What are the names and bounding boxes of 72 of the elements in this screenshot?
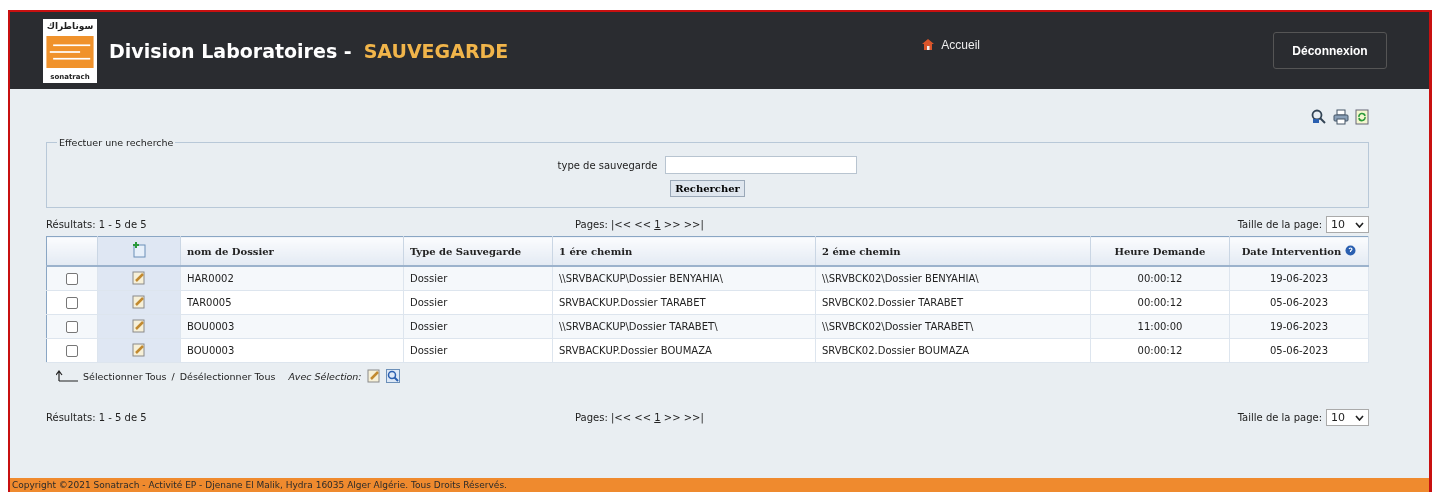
table-cell: 00:00:12 — [1090, 266, 1230, 291]
column-header[interactable]: Heure Demande — [1090, 236, 1230, 266]
caret-icon[interactable] — [1355, 221, 1364, 228]
home-icon[interactable] — [921, 38, 936, 51]
field-label: type de sauvegarde — [557, 159, 658, 171]
table-cell: SRVBACKUP.Dossier TARABET — [552, 290, 816, 315]
edit-icon[interactable] — [132, 294, 146, 309]
app-title: Division Laboratoires - — [109, 39, 352, 62]
table-cell: 05-06-2023 — [1229, 338, 1369, 363]
table-cell: SRVBCK02.Dossier TARABET — [815, 290, 1091, 315]
edit-icon[interactable] — [132, 270, 146, 285]
page-size-label: Taille de la page: — [1237, 219, 1322, 230]
search-button[interactable]: Rechercher — [670, 180, 745, 197]
table-cell: SRVBACKUP.Dossier BOUMAZA — [552, 338, 816, 363]
table-cell: Dossier — [403, 266, 553, 291]
search-field[interactable] — [665, 156, 858, 174]
deselect-all-link[interactable]: Désélectionner Tous — [179, 370, 276, 382]
table-cell: 11:00:00 — [1090, 314, 1230, 339]
table-cell: 00:00:12 — [1090, 338, 1230, 363]
logo-arabic-text: سوناطراك — [46, 20, 94, 31]
search-icon[interactable] — [1311, 109, 1327, 125]
page-size-select[interactable]: 10 — [1326, 216, 1369, 233]
separator-text: / — [171, 370, 175, 382]
results-count: Résultats: 1 - 5 de 5 — [46, 219, 147, 230]
table-cell: 19-06-2023 — [1229, 266, 1369, 291]
table-cell: SRVBCK02.Dossier BOUMAZA — [815, 338, 1091, 363]
logout-button[interactable]: Déconnexion — [1273, 32, 1387, 69]
edit-icon[interactable] — [132, 342, 146, 357]
table-cell: \\SRVBACKUP\Dossier BENYAHIA\ — [552, 266, 816, 291]
table-cell: Dossier — [403, 338, 553, 363]
search-legend: Effectuer une recherche — [57, 137, 176, 148]
page-size-select[interactable]: 10 — [1326, 409, 1369, 426]
results-count: Résultats: 1 - 5 de 5 — [46, 412, 147, 423]
column-header[interactable]: Type de Sauvegarde — [403, 236, 553, 266]
column-header[interactable]: 2 éme chemin — [815, 236, 1091, 266]
column-header[interactable]: nom de Dossier — [180, 236, 404, 266]
pagination[interactable]: Pages: |<< << 1 >> >>| — [575, 412, 704, 423]
add-document-icon[interactable] — [132, 242, 146, 258]
search-icon[interactable] — [385, 369, 400, 383]
module-title: SAUVEGARDE — [363, 39, 509, 62]
table-cell: Dossier — [403, 290, 553, 315]
row-checkbox[interactable] — [66, 344, 78, 357]
select-all-link[interactable]: Sélectionner Tous — [83, 370, 167, 382]
column-header[interactable]: 1 ére chemin — [552, 236, 816, 266]
print-icon[interactable] — [1333, 109, 1349, 125]
table-cell: 05-06-2023 — [1229, 290, 1369, 315]
table-cell: BOU0003 — [180, 314, 404, 339]
row-checkbox[interactable] — [66, 272, 78, 285]
table-cell: BOU0003 — [180, 338, 404, 363]
row-checkbox[interactable] — [66, 296, 78, 309]
table-cell: 19-06-2023 — [1229, 314, 1369, 339]
table-cell: \\SRVBCK02\Dossier TARABET\ — [815, 314, 1091, 339]
select-arrow-icon — [56, 370, 78, 382]
edit-icon[interactable] — [366, 369, 381, 383]
logo-mark-icon — [46, 35, 94, 68]
edit-icon[interactable] — [132, 318, 146, 333]
table-cell: 00:00:12 — [1090, 290, 1230, 315]
caret-icon[interactable] — [1355, 414, 1364, 421]
home-link[interactable]: Accueil — [921, 37, 980, 52]
help-icon[interactable] — [1345, 245, 1357, 256]
table-cell: \\SRVBCK02\Dossier BENYAHIA\ — [815, 266, 1091, 291]
copyright-text: Copyright ©2021 Sonatrach - Activité EP - Djenane El Malik, Hydra 16035 Alger Algérie. Tous Droits Réservés. — [12, 480, 507, 490]
pagination[interactable]: Pages: |<< << 1 >> >>| — [575, 219, 704, 230]
page-size-label: Taille de la page: — [1237, 412, 1322, 423]
with-selection-label: Avec Sélection: — [288, 370, 362, 382]
table-cell: TAR0005 — [180, 290, 404, 315]
table-cell: \\SRVBACKUP\Dossier TARABET\ — [552, 314, 816, 339]
table-cell: Dossier — [403, 314, 553, 339]
row-checkbox[interactable] — [66, 320, 78, 333]
table-cell: HAR0002 — [180, 266, 404, 291]
column-header[interactable]: Date Intervention — [1229, 236, 1369, 266]
refresh-icon[interactable] — [1355, 109, 1369, 125]
